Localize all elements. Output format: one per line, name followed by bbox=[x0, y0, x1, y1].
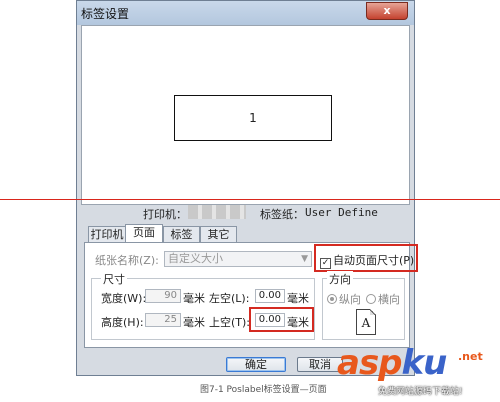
portrait-radio[interactable]: 纵向 bbox=[327, 291, 361, 307]
paper-name-label: 纸张名称(Z): bbox=[95, 254, 159, 267]
label-preview-number: 1 bbox=[249, 111, 257, 125]
ok-button-label: 确定 bbox=[245, 358, 267, 371]
height-value: 25 bbox=[164, 314, 177, 325]
landscape-radio[interactable]: 横向 bbox=[366, 291, 400, 307]
tab-printer-label: 打印机 bbox=[90, 228, 124, 241]
radio-selected-icon bbox=[327, 294, 337, 304]
radio-unselected-icon bbox=[366, 294, 376, 304]
watermark-brand-part1: asp bbox=[337, 343, 403, 383]
size-group-title: 尺寸 bbox=[101, 271, 127, 287]
paper-name-select[interactable]: 自定义大小 ▼ bbox=[164, 251, 312, 267]
title-bar[interactable]: 标签设置 x bbox=[77, 1, 414, 25]
label-paper-label: 标签纸： bbox=[260, 208, 304, 221]
label-preview-area: 1 bbox=[81, 25, 410, 205]
page-icon-letter: A bbox=[361, 316, 371, 330]
width-value: 90 bbox=[164, 290, 177, 301]
portrait-page-icon: A bbox=[356, 309, 376, 335]
printer-name-redacted bbox=[188, 205, 246, 219]
annotation-divider-line bbox=[0, 199, 500, 200]
left-margin-value: 0.00 bbox=[258, 290, 281, 301]
height-unit: 毫米 bbox=[183, 316, 205, 329]
left-margin-label: 左空(L): bbox=[209, 292, 250, 305]
printer-label: 打印机： bbox=[143, 208, 187, 221]
cancel-button-label: 取消 bbox=[309, 358, 331, 371]
chevron-down-icon: ▼ bbox=[301, 254, 308, 264]
label-preview-box: 1 bbox=[174, 95, 332, 141]
highlight-top-margin bbox=[249, 307, 314, 332]
width-input[interactable]: 90 bbox=[145, 289, 181, 303]
tab-printer[interactable]: 打印机 bbox=[88, 226, 126, 242]
tab-other[interactable]: 其它 bbox=[200, 226, 237, 242]
portrait-label: 纵向 bbox=[339, 293, 361, 306]
paper-name-value: 自定义大小 bbox=[168, 252, 223, 265]
tab-page-label: 页面 bbox=[133, 226, 155, 239]
auto-size-checkbox[interactable]: ✓ 自动页面尺寸(P) bbox=[320, 252, 414, 269]
close-button[interactable]: x bbox=[366, 2, 408, 20]
ok-button[interactable]: 确定 bbox=[226, 357, 286, 372]
tab-other-label: 其它 bbox=[207, 228, 230, 241]
tab-label-label: 标签 bbox=[170, 228, 193, 241]
checkbox-checked-icon: ✓ bbox=[320, 258, 331, 269]
watermark-brand-part2: ku bbox=[401, 343, 448, 383]
auto-size-label: 自动页面尺寸(P) bbox=[333, 254, 415, 267]
watermark-tagline: 免费网站源码下载站! bbox=[378, 387, 463, 397]
height-input[interactable]: 25 bbox=[145, 313, 181, 327]
left-margin-unit: 毫米 bbox=[287, 292, 309, 305]
width-label: 宽度(W): bbox=[101, 292, 147, 305]
watermark-logo: aspku bbox=[337, 343, 448, 383]
close-icon: x bbox=[383, 4, 391, 17]
landscape-label: 横向 bbox=[378, 293, 400, 306]
window-title: 标签设置 bbox=[81, 7, 130, 21]
left-margin-input[interactable]: 0.00 bbox=[255, 289, 285, 303]
label-paper-value: User Define bbox=[305, 206, 378, 219]
tab-page[interactable]: 页面 bbox=[125, 224, 163, 243]
figure-caption: 图7-1 Poslabel标签设置—页面 bbox=[200, 385, 327, 395]
orientation-group-title: 方向 bbox=[327, 271, 353, 287]
tab-label[interactable]: 标签 bbox=[163, 226, 200, 242]
width-unit: 毫米 bbox=[183, 292, 205, 305]
watermark-suffix: .net bbox=[458, 350, 483, 363]
height-label: 高度(H): bbox=[101, 316, 144, 329]
top-margin-label: 上空(T): bbox=[209, 316, 251, 329]
